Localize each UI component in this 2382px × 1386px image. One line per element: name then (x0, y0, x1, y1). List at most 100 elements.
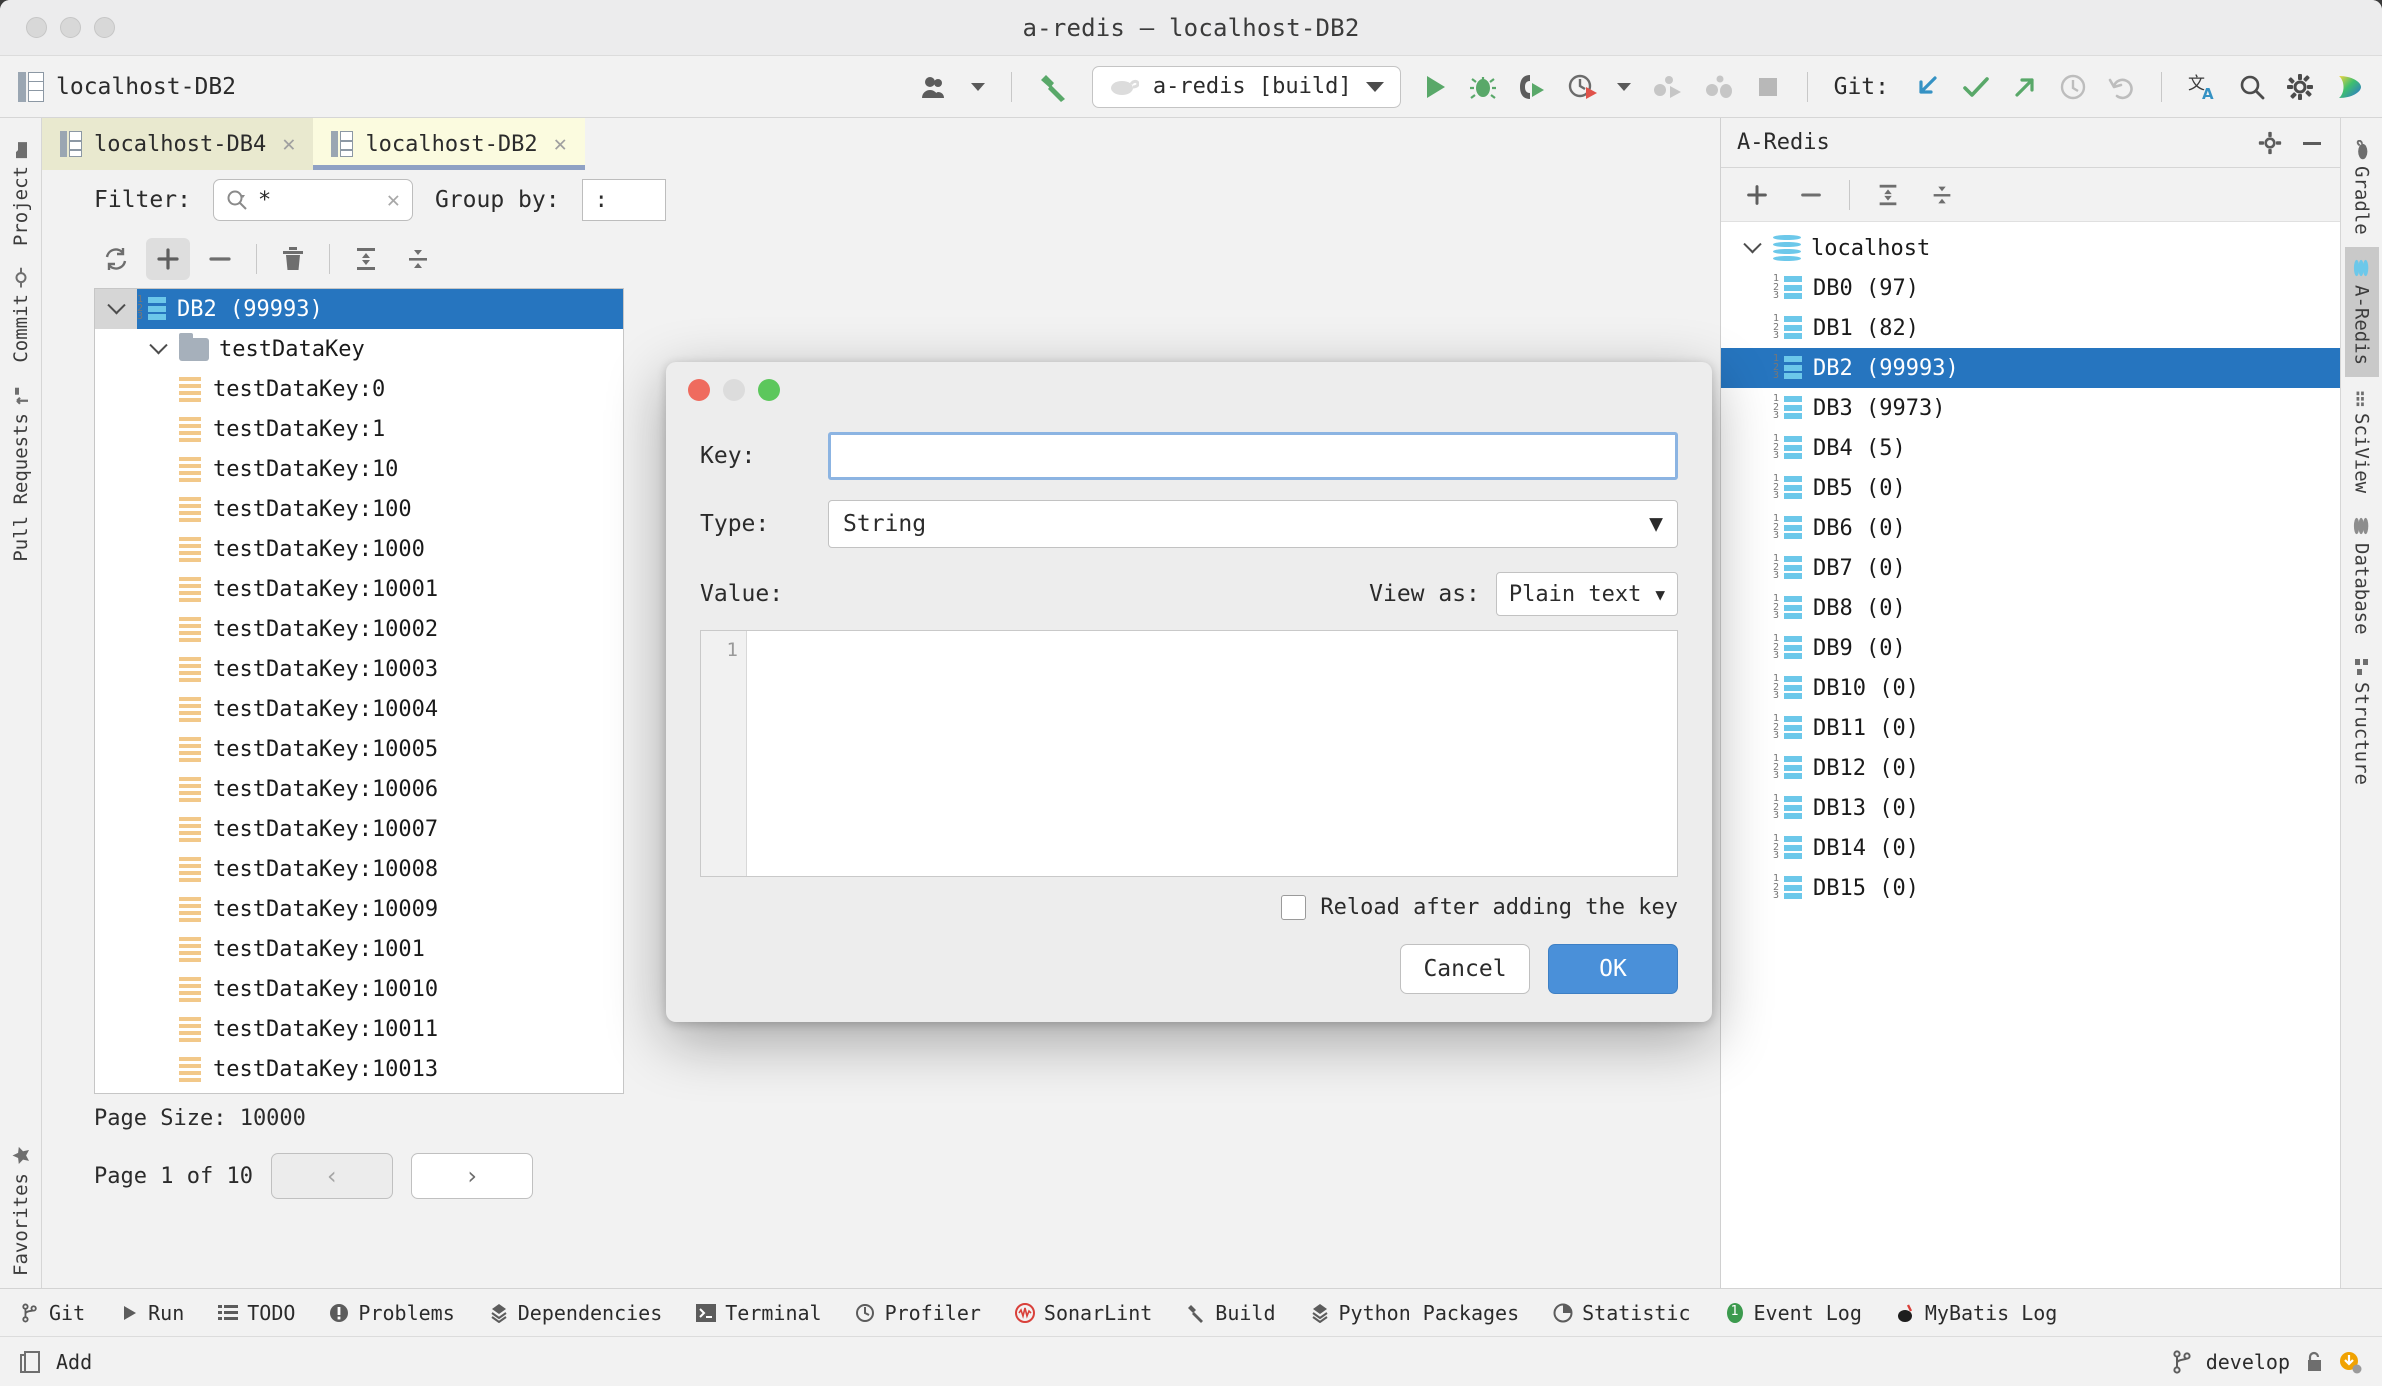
bottom-bar-item-run[interactable]: Run (119, 1301, 184, 1325)
ok-button[interactable]: OK (1548, 944, 1678, 994)
sidebar-item-pull-requests[interactable]: Pull Requests (4, 375, 38, 574)
tree-row[interactable]: testDataKey:10006 (95, 769, 623, 809)
tab-localhost-db2[interactable]: localhost-DB2 ✕ (313, 118, 584, 170)
tree-row[interactable]: 123DB0 (97) (1721, 268, 2340, 308)
tree-row[interactable]: testDataKey (95, 329, 623, 369)
tree-row[interactable]: 123 DB2 (99993) (95, 289, 623, 329)
sidebar-item-sciview[interactable]: SciView (2345, 377, 2379, 505)
key-field[interactable] (828, 432, 1678, 480)
collapse-all-icon[interactable] (1920, 174, 1964, 216)
tree-row[interactable]: testDataKey:10013 (95, 1049, 623, 1089)
update-project-icon[interactable] (1913, 73, 1941, 101)
tree-row[interactable]: testDataKey:10005 (95, 729, 623, 769)
sidebar-item-gradle[interactable]: Gradle (2345, 130, 2379, 247)
close-icon[interactable]: ✕ (554, 132, 567, 157)
bottom-bar-item-mybatis-log[interactable]: MyBatis Log (1896, 1301, 2057, 1325)
search-icon[interactable] (2238, 73, 2266, 101)
branch-name[interactable]: develop (2206, 1350, 2290, 1374)
tree-row[interactable]: testDataKey:10010 (95, 969, 623, 1009)
chevron-down-icon[interactable] (95, 289, 137, 329)
bottom-bar-item-todo[interactable]: TODO (218, 1301, 295, 1325)
sidebar-item-a-redis[interactable]: A-Redis (2345, 247, 2379, 377)
bottom-bar-item-build[interactable]: Build (1186, 1301, 1275, 1325)
cancel-button[interactable]: Cancel (1400, 944, 1530, 994)
tree-row[interactable]: testDataKey:10001 (95, 569, 623, 609)
tree-row[interactable]: 123DB3 (9973) (1721, 388, 2340, 428)
commit-check-icon[interactable] (1961, 73, 1991, 101)
chevron-down-icon[interactable]: ▼ (1649, 511, 1663, 537)
tree-row[interactable]: testDataKey:1000 (95, 529, 623, 569)
bottom-bar-item-dependencies[interactable]: Dependencies (489, 1301, 663, 1325)
tree-row[interactable]: testDataKey:10003 (95, 649, 623, 689)
tree-row[interactable]: 123DB13 (0) (1721, 788, 2340, 828)
prev-page-button[interactable]: ‹ (271, 1153, 393, 1199)
sidebar-item-favorites[interactable]: Favorites (4, 1134, 38, 1288)
tab-localhost-db4[interactable]: localhost-DB4 ✕ (42, 118, 313, 170)
project-name[interactable]: localhost-DB2 (56, 74, 236, 100)
minimize-tool-window-icon[interactable] (2300, 131, 2324, 155)
bottom-bar-item-event-log[interactable]: 1Event Log (1725, 1301, 1862, 1325)
editor-text-area[interactable] (747, 631, 1677, 876)
remove-connection-button[interactable] (1789, 174, 1833, 216)
tree-row[interactable]: testDataKey:1001 (95, 929, 623, 969)
bottom-bar-item-terminal[interactable]: Terminal (696, 1301, 821, 1325)
tree-row[interactable]: testDataKey:10004 (95, 689, 623, 729)
tree-row[interactable]: 123DB14 (0) (1721, 828, 2340, 868)
bottom-bar-item-python-packages[interactable]: Python Packages (1310, 1301, 1520, 1325)
lock-icon[interactable] (2304, 1350, 2324, 1374)
chevron-down-icon[interactable]: ▼ (1655, 585, 1665, 604)
next-page-button[interactable]: › (411, 1153, 533, 1199)
debug-icon[interactable] (1469, 73, 1497, 101)
type-dropdown[interactable]: String ▼ (828, 500, 1678, 548)
tree-row[interactable]: 123DB2 (99993) (1721, 348, 2340, 388)
collapse-all-icon[interactable] (396, 238, 440, 280)
profiler-chevron-down-icon[interactable] (1617, 83, 1631, 91)
run-config-chevron-down-icon[interactable] (1366, 82, 1384, 92)
sidebar-item-database[interactable]: Database (2345, 505, 2379, 647)
translate-icon[interactable]: 文 A (2188, 72, 2218, 102)
sidebar-item-project[interactable]: Project (4, 130, 38, 258)
tree-row[interactable]: 123DB15 (0) (1721, 868, 2340, 908)
user-icon[interactable] (921, 74, 951, 100)
add-key-button[interactable] (146, 238, 190, 280)
bottom-bar-item-profiler[interactable]: Profiler (856, 1301, 981, 1325)
tree-row[interactable]: 123DB4 (5) (1721, 428, 2340, 468)
tree-row[interactable]: 123DB9 (0) (1721, 628, 2340, 668)
notification-icon[interactable] (2338, 1350, 2362, 1374)
bottom-bar-item-problems[interactable]: Problems (329, 1301, 454, 1325)
group-by-input[interactable]: : (582, 179, 666, 221)
tree-row[interactable]: 123DB8 (0) (1721, 588, 2340, 628)
clear-icon[interactable]: ✕ (387, 188, 400, 213)
tree-row[interactable]: 123DB12 (0) (1721, 748, 2340, 788)
push-arrow-icon[interactable] (2011, 73, 2039, 101)
bottom-bar-item-statistic[interactable]: Statistic (1553, 1301, 1690, 1325)
tree-row[interactable]: 123DB11 (0) (1721, 708, 2340, 748)
delete-icon[interactable] (271, 238, 315, 280)
gear-icon[interactable] (2258, 131, 2282, 155)
tree-row[interactable]: testDataKey:10 (95, 449, 623, 489)
run-configuration-selector[interactable]: a-redis [build] (1092, 66, 1401, 108)
tree-row[interactable]: 123DB5 (0) (1721, 468, 2340, 508)
sidebar-item-structure[interactable]: Structure (2345, 646, 2379, 797)
add-connection-button[interactable] (1735, 174, 1779, 216)
chevron-down-icon[interactable] (137, 329, 179, 369)
tree-row[interactable]: testDataKey:10009 (95, 889, 623, 929)
tree-row[interactable]: testDataKey:10007 (95, 809, 623, 849)
hammer-icon[interactable] (1038, 71, 1072, 103)
reload-checkbox[interactable] (1281, 895, 1306, 920)
remove-key-button[interactable] (198, 238, 242, 280)
tree-row[interactable]: localhost (1721, 228, 2340, 268)
close-icon[interactable]: ✕ (282, 132, 295, 157)
key-tree[interactable]: 123 DB2 (99993) testDataKey testDataKey:… (94, 288, 624, 1094)
dialog-maximize-button[interactable] (758, 379, 780, 401)
bottom-bar-item-git[interactable]: Git (20, 1301, 85, 1325)
search-input[interactable]: * ✕ (213, 179, 413, 221)
refresh-icon[interactable] (94, 238, 138, 280)
tree-row[interactable]: testDataKey:100 (95, 489, 623, 529)
coverage-icon[interactable] (1517, 73, 1547, 101)
sidebar-item-commit[interactable]: Commit (4, 258, 38, 375)
tree-row[interactable]: testDataKey:0 (95, 369, 623, 409)
tree-row[interactable]: 123DB7 (0) (1721, 548, 2340, 588)
view-as-dropdown[interactable]: Plain text ▼ (1496, 572, 1678, 616)
tree-row[interactable]: 123DB6 (0) (1721, 508, 2340, 548)
